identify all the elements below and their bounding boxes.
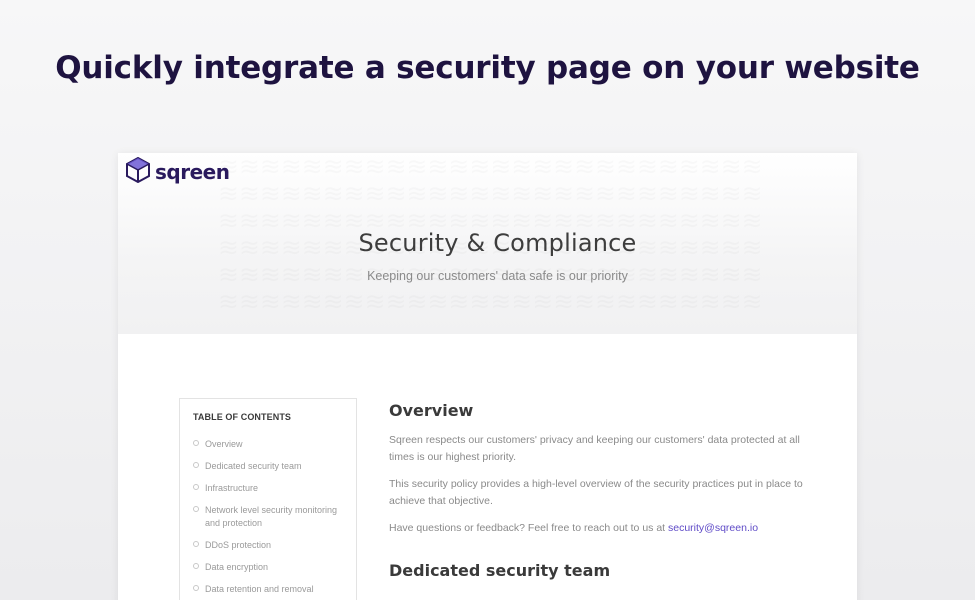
contact-text: Have questions or feedback? Feel free to… xyxy=(389,522,668,534)
toc-item-label: Data encryption xyxy=(205,561,269,572)
toc-item-overview[interactable]: Overview xyxy=(193,438,353,451)
toc-item-label: Infrastructure xyxy=(205,483,259,493)
bullet-circle-icon xyxy=(193,462,199,468)
toc-item-label: Overview xyxy=(205,439,243,449)
toc-item-ddos-protection[interactable]: DDoS protection xyxy=(193,539,353,552)
hero-subtitle: Keeping our customers' data safe is our … xyxy=(367,269,628,283)
overview-paragraph-3: Have questions or feedback? Feel free to… xyxy=(389,520,819,537)
toc-item-infrastructure[interactable]: Infrastructure xyxy=(193,482,353,495)
bullet-circle-icon xyxy=(193,440,199,446)
overview-paragraph-2: This security policy provides a high-lev… xyxy=(389,478,803,507)
sqreen-logo[interactable]: sqreen xyxy=(126,156,230,188)
hero-title: Security & Compliance xyxy=(358,229,637,257)
security-page-preview: ≋≋≋≋≋≋≋≋≋≋≋≋≋≋≋≋≋≋≋≋≋≋≋≋≋≋ ≋≋≋≋≋≋≋≋≋≋≋≋≋… xyxy=(118,153,857,600)
toc-item-label: Dedicated security team xyxy=(205,461,302,471)
toc-title: TABLE OF CONTENTS xyxy=(193,412,292,422)
security-email-link[interactable]: security@sqreen.io xyxy=(668,522,758,534)
logo-text: sqreen xyxy=(155,160,230,184)
toc-item-label: DDoS protection xyxy=(205,539,272,550)
toc-item-dedicated-security-team[interactable]: Dedicated security team xyxy=(193,460,353,473)
overview-paragraph-1: Sqreen respects our customers' privacy a… xyxy=(389,434,800,463)
toc-item-data-encryption[interactable]: Data encryption xyxy=(193,561,353,574)
toc-item-data-retention[interactable]: Data retention and removal xyxy=(193,583,353,596)
dedicated-security-team-heading: Dedicated security team xyxy=(389,561,611,580)
page-headline: Quickly integrate a security page on you… xyxy=(55,50,920,86)
sqreen-cube-icon xyxy=(126,156,150,188)
bullet-circle-icon xyxy=(193,584,199,591)
toc-item-label: Network level security monitoring and pr… xyxy=(205,505,338,528)
bullet-circle-icon xyxy=(193,540,199,547)
bullet-circle-icon xyxy=(193,562,199,569)
table-of-contents: TABLE OF CONTENTS Overview Dedicated sec… xyxy=(179,398,357,600)
toc-list: Overview Dedicated security team Infrast… xyxy=(193,438,353,600)
toc-item-network-security[interactable]: Network level security monitoring and pr… xyxy=(193,504,353,529)
toc-item-label: Data retention and removal xyxy=(205,583,314,594)
bullet-circle-icon xyxy=(193,506,199,512)
overview-heading: Overview xyxy=(389,401,474,420)
hero-banner: ≋≋≋≋≋≋≋≋≋≋≋≋≋≋≋≋≋≋≋≋≋≋≋≋≋≋ ≋≋≋≋≋≋≋≋≋≋≋≋≋… xyxy=(118,153,857,334)
bullet-circle-icon xyxy=(193,484,199,490)
main-content: Overview Sqreen respects our customers' … xyxy=(389,398,819,580)
